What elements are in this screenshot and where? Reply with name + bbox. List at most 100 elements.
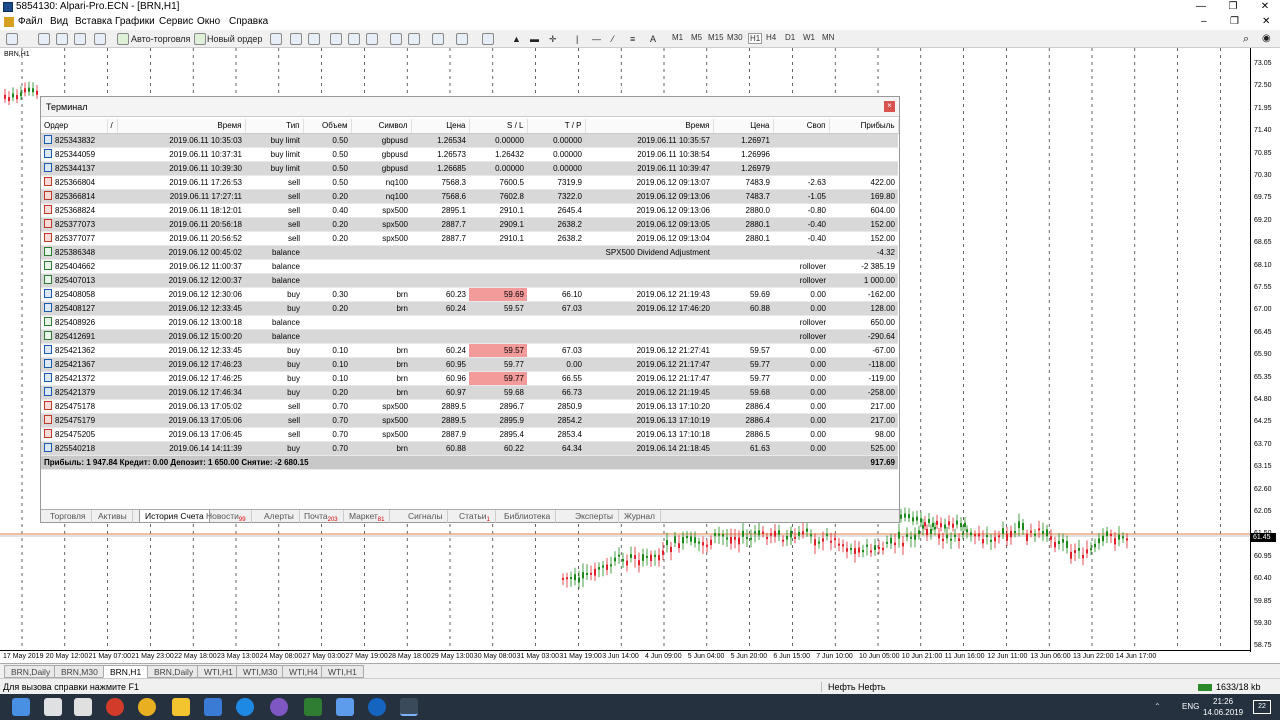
history-row[interactable]: 825377077 2019.06.11 20:56:52 sell 0.20 spx5… bbox=[41, 231, 898, 246]
chart-tab[interactable]: WTI,H1 bbox=[321, 665, 364, 678]
history-row[interactable]: 825366814 2019.06.11 17:27:11 sell 0.20 nq10… bbox=[41, 189, 898, 204]
zoom-out-icon[interactable] bbox=[348, 33, 360, 45]
chart-shift-icon[interactable] bbox=[408, 33, 420, 45]
history-row[interactable]: 825421362 2019.06.12 12:33:45 buy 0.10 brn 60… bbox=[41, 343, 898, 358]
history-row[interactable]: 825366804 2019.06.11 17:26:53 sell 0.50 nq10… bbox=[41, 175, 898, 190]
menu-window[interactable]: Окно bbox=[197, 16, 220, 27]
zoom-in-icon[interactable] bbox=[330, 33, 342, 45]
status-traffic[interactable]: 1633/18 kb bbox=[1216, 682, 1261, 692]
col-header[interactable]: Ордер bbox=[41, 119, 108, 134]
history-row[interactable]: 825344137 2019.06.11 10:39:30 buy limit 0.5… bbox=[41, 161, 898, 176]
terminal-icon[interactable] bbox=[94, 33, 106, 45]
price-scale[interactable]: 73.05 72.50 71.95 71.40 70.85 70.30 69.75 69.20… bbox=[1250, 48, 1280, 652]
menu-file[interactable]: Файл bbox=[18, 16, 43, 27]
tf-h1[interactable]: H1 bbox=[748, 33, 763, 44]
auto-trading-icon[interactable] bbox=[117, 33, 129, 45]
col-header[interactable]: Тип bbox=[245, 119, 304, 134]
browser-app-icon[interactable] bbox=[368, 698, 386, 716]
start-windows-icon[interactable] bbox=[12, 698, 30, 716]
crosshair-cross-icon[interactable]: ✛ bbox=[549, 32, 557, 46]
opera-icon[interactable] bbox=[106, 698, 124, 716]
history-row[interactable]: 825344059 2019.06.11 10:37:31 buy limit 0.5… bbox=[41, 147, 898, 162]
menu-charts[interactable]: Графики bbox=[115, 16, 155, 27]
history-row[interactable]: 825407013 2019.06.12 12:00:37 balance rollo… bbox=[41, 273, 898, 288]
templates-icon[interactable] bbox=[482, 33, 494, 45]
tray-time[interactable]: 21:26 bbox=[1213, 697, 1233, 706]
file-explorer-icon[interactable] bbox=[172, 698, 190, 716]
maximize-button[interactable]: ❐ bbox=[1218, 0, 1248, 14]
terminal-tab[interactable]: Статьи1 bbox=[454, 510, 496, 523]
bar-chart-icon[interactable] bbox=[270, 33, 282, 45]
chart-tab[interactable]: WTI,H4 bbox=[282, 665, 325, 678]
mail-icon[interactable] bbox=[74, 698, 92, 716]
periods-icon[interactable] bbox=[456, 33, 468, 45]
chart-tab[interactable]: BRN,M30 bbox=[54, 665, 105, 678]
crosshair-tool-icon[interactable]: ▬ bbox=[530, 32, 539, 46]
auto-trading-button[interactable]: Авто-торговля bbox=[131, 32, 190, 46]
channel-icon[interactable]: ≡ bbox=[630, 32, 635, 46]
terminal-tab[interactable]: Новости99 bbox=[201, 510, 252, 523]
tray-language[interactable]: ENG bbox=[1182, 702, 1199, 711]
col-header[interactable]: S / L bbox=[469, 119, 528, 134]
new-order-button[interactable]: Новый ордер bbox=[207, 32, 262, 46]
tf-h4[interactable]: H4 bbox=[766, 33, 776, 42]
col-header[interactable]: Объем bbox=[303, 119, 352, 134]
history-row[interactable]: 825368824 2019.06.11 18:12:01 sell 0.40 spx5… bbox=[41, 203, 898, 218]
edge-icon[interactable] bbox=[236, 698, 254, 716]
autoscroll-icon[interactable] bbox=[390, 33, 402, 45]
vertical-line-icon[interactable]: | bbox=[576, 32, 578, 46]
history-row[interactable]: 825421367 2019.06.12 17:46:23 buy 0.10 brn 60… bbox=[41, 357, 898, 372]
app-window-icon[interactable] bbox=[304, 698, 322, 716]
tray-chevron-icon[interactable]: ⌃ bbox=[1154, 702, 1161, 711]
history-row[interactable]: 825475205 2019.06.13 17:06:45 sell 0.70 spx5… bbox=[41, 427, 898, 442]
history-row[interactable]: 825408926 2019.06.12 13:00:18 balance rollo… bbox=[41, 315, 898, 330]
tf-m30[interactable]: M30 bbox=[727, 33, 743, 42]
crosshair-icon[interactable] bbox=[56, 33, 68, 45]
horizontal-line-icon[interactable]: — bbox=[592, 32, 601, 46]
terminal-tab[interactable]: Библиотека bbox=[499, 510, 557, 523]
history-row[interactable]: 825475179 2019.06.13 17:05:06 sell 0.70 spx5… bbox=[41, 413, 898, 428]
col-header[interactable]: Цена bbox=[411, 119, 470, 134]
mdi-close-icon[interactable]: ✕ bbox=[1262, 16, 1270, 27]
col-header[interactable]: Символ bbox=[351, 119, 412, 134]
terminal-tab[interactable]: Журнал bbox=[619, 510, 662, 523]
terminal-tab[interactable]: Сигналы bbox=[403, 510, 449, 523]
terminal-tab[interactable]: Маркет81 bbox=[344, 510, 391, 523]
tf-m5[interactable]: M5 bbox=[691, 33, 702, 42]
history-row[interactable]: 825412691 2019.06.12 15:00:20 balance rollo… bbox=[41, 329, 898, 344]
time-scale[interactable]: 17 May 2019 20 May 12:00 21 May 07:00 21 Ma… bbox=[0, 650, 1250, 662]
photos-icon[interactable] bbox=[204, 698, 222, 716]
folder-app-icon[interactable] bbox=[336, 698, 354, 716]
chart-tab[interactable]: BRN,H1 bbox=[103, 665, 149, 678]
terminal-tab[interactable]: Алерты bbox=[259, 510, 300, 523]
col-header[interactable]: T / P bbox=[527, 119, 586, 134]
chart-tab[interactable]: WTI,H1 bbox=[197, 665, 240, 678]
history-row[interactable]: 825343832 2019.06.11 10:35:03 buy limit 0.5… bbox=[41, 133, 898, 148]
history-row[interactable]: 825540218 2019.06.14 14:11:39 buy 0.70 brn 60… bbox=[41, 441, 898, 456]
col-header[interactable]: Прибыль bbox=[829, 119, 899, 134]
history-row[interactable]: 825421379 2019.06.12 17:46:34 buy 0.20 brn 60… bbox=[41, 385, 898, 400]
close-button[interactable]: ✕ bbox=[1250, 0, 1280, 14]
tf-w1[interactable]: W1 bbox=[803, 33, 815, 42]
candlestick-icon[interactable] bbox=[290, 33, 302, 45]
chart-tab[interactable]: BRN,Daily bbox=[4, 665, 58, 678]
col-header[interactable]: Время bbox=[585, 119, 714, 134]
minimize-button[interactable]: — bbox=[1186, 0, 1216, 14]
mdi-minimize-icon[interactable]: – bbox=[1201, 16, 1207, 27]
viber-icon[interactable] bbox=[270, 698, 288, 716]
col-header[interactable]: Время bbox=[117, 119, 246, 134]
mdi-restore-icon[interactable]: ❐ bbox=[1230, 16, 1239, 27]
terminal-tab[interactable]: Торговля bbox=[45, 510, 92, 523]
col-header[interactable]: Своп bbox=[773, 119, 830, 134]
history-row[interactable]: 825408127 2019.06.12 12:33:45 buy 0.20 brn 60… bbox=[41, 301, 898, 316]
tile-windows-icon[interactable] bbox=[366, 33, 378, 45]
col-header[interactable]: Цена bbox=[713, 119, 774, 134]
history-row[interactable]: 825377073 2019.06.11 20:56:18 sell 0.20 spx5… bbox=[41, 217, 898, 232]
indicators-icon[interactable] bbox=[432, 33, 444, 45]
chart-tab[interactable]: BRN,Daily bbox=[147, 665, 201, 678]
new-chart-icon[interactable] bbox=[6, 33, 18, 45]
terminal-close-button[interactable]: × bbox=[884, 101, 895, 112]
cursor-icon[interactable]: ▲ bbox=[512, 32, 521, 46]
chart-tab[interactable]: WTI,M30 bbox=[236, 665, 285, 678]
col-header[interactable]: / bbox=[107, 119, 118, 134]
